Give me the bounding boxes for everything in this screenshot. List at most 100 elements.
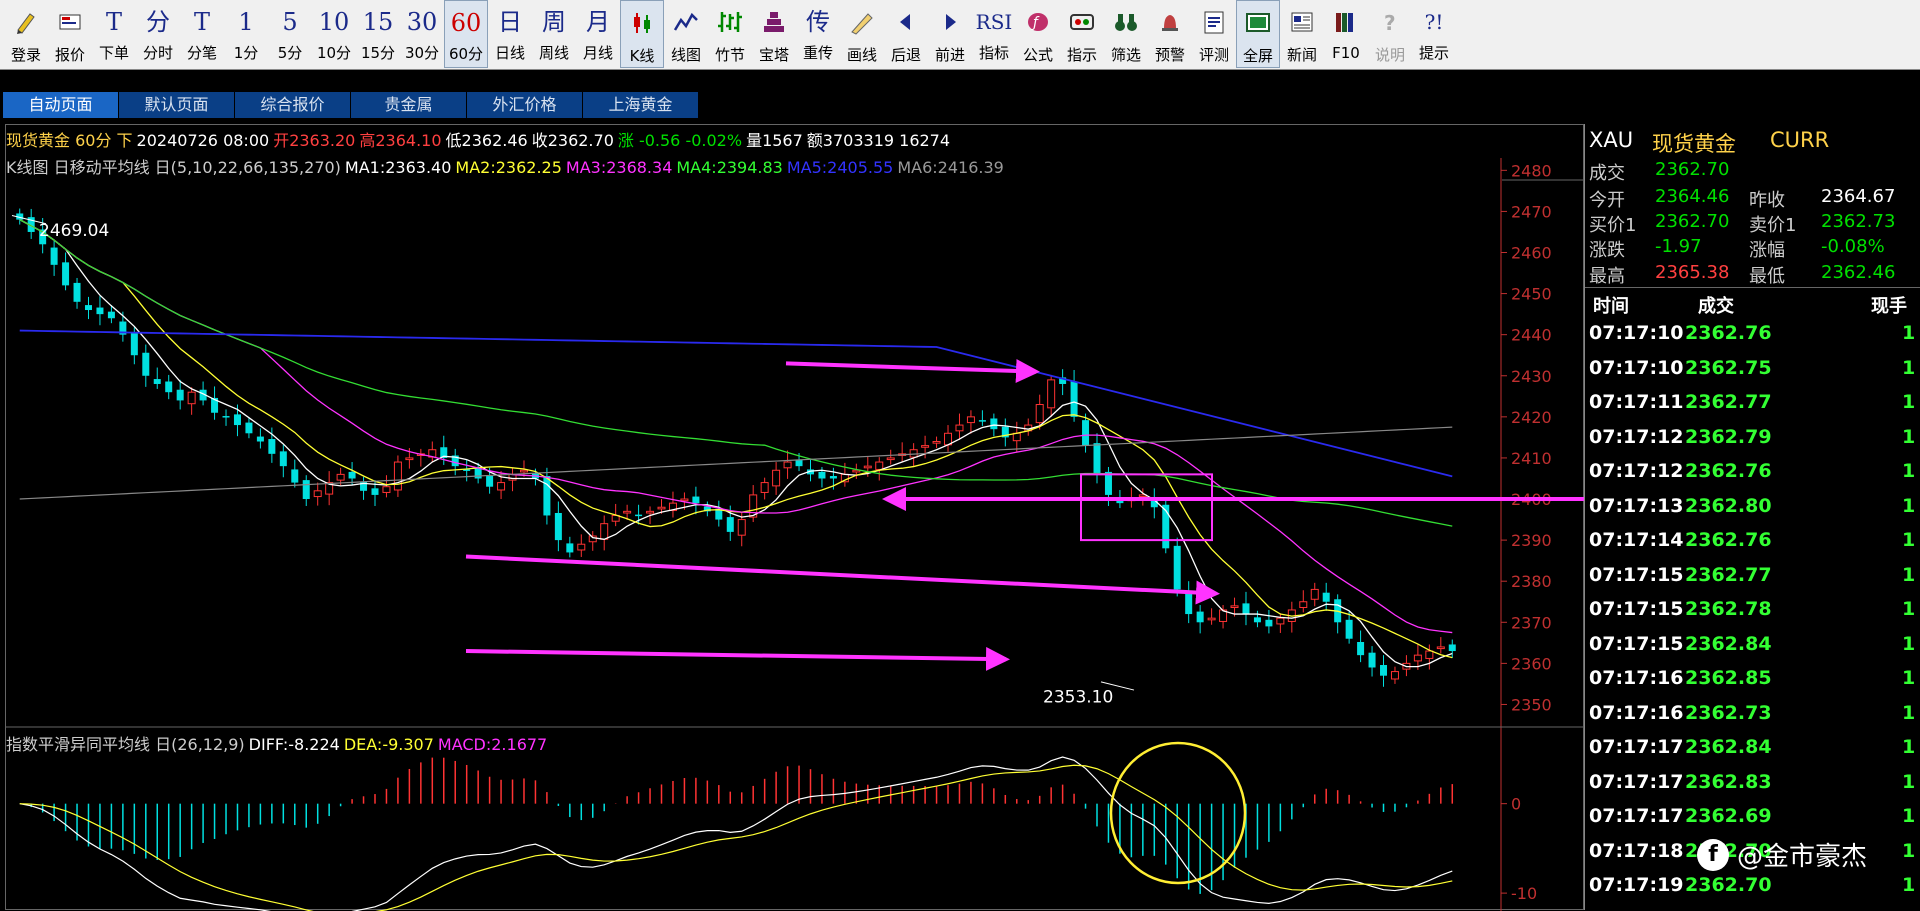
quote-panel: XAU 现货黄金 CURR 成交 2362.70 今开 2364.46 昨收 2… <box>1584 124 1920 910</box>
page-tab-1[interactable]: 默认页面 <box>119 92 235 118</box>
drawn-arrow[interactable] <box>465 646 1010 671</box>
news-icon <box>1288 6 1316 40</box>
tick-row: 07:17:12 2362.79 1 <box>1585 426 1920 461</box>
toolbar-button-5[interactable]: 1 1分 <box>224 0 268 68</box>
toolbar-button-9[interactable]: 30 30分 <box>400 0 444 68</box>
candle <box>1185 581 1193 624</box>
candle <box>1276 613 1285 633</box>
tick-row: 07:17:15 2362.77 1 <box>1585 564 1920 599</box>
tick-row: 07:17:15 2362.84 1 <box>1585 633 1920 668</box>
page-tab-4[interactable]: 外汇价格 <box>467 92 583 118</box>
toolbar-button-0[interactable]: 登录 <box>4 0 48 68</box>
candle <box>1253 610 1261 628</box>
y-tick-label: 2420 <box>1511 408 1552 427</box>
toolbar-button-19[interactable]: 画线 <box>840 0 884 68</box>
candle <box>944 425 953 452</box>
tick-price: 2362.75 <box>1685 356 1772 379</box>
toolbar-button-20[interactable]: 后退 <box>884 0 928 68</box>
candle <box>955 413 964 440</box>
toolbar-button-14[interactable]: K线 <box>620 0 664 68</box>
toolbar-button-10[interactable]: 60 60分 <box>444 0 488 68</box>
tick-row: 07:17:17 2362.83 1 <box>1585 771 1920 806</box>
tick-row: 07:17:17 2362.84 1 <box>1585 736 1920 771</box>
drawn-arrow[interactable] <box>465 554 1220 605</box>
candle <box>668 491 677 518</box>
toolbar-button-3[interactable]: 分分时 <box>136 0 180 68</box>
kline-chart-panel[interactable]: 现货黄金 60分 下 20240726 08:00 开2363.20 高2364.10… <box>5 124 1585 911</box>
candle <box>302 475 310 507</box>
candle <box>393 455 402 497</box>
tick-list[interactable]: 07:17:10 2362.76 1 07:17:10 2362.75 1 07:17:11… <box>1585 322 1920 909</box>
toolbar-button-18[interactable]: 传重传 <box>796 0 840 68</box>
candle <box>211 386 219 420</box>
ma-line-2 <box>19 219 1453 659</box>
candle <box>1357 630 1365 663</box>
tick-time: 07:17:18 <box>1589 839 1684 862</box>
tick-row: 07:17:16 2362.73 1 <box>1585 702 1920 737</box>
toolbar-button-11[interactable]: 日日线 <box>488 0 532 68</box>
tick-price: 2362.77 <box>1685 391 1772 413</box>
tick-price: 2362.77 <box>1685 563 1772 586</box>
toolbar-button-2[interactable]: T 下单 <box>92 0 136 68</box>
candle <box>1310 582 1319 607</box>
toolbar-button-13[interactable]: 月月线 <box>576 0 620 68</box>
toolbar-button-16[interactable]: 竹节 <box>708 0 752 68</box>
tick-row: 07:17:10 2362.75 1 <box>1585 357 1920 392</box>
page-tab-5[interactable]: 上海黄金 <box>583 92 699 118</box>
toolbar-button-6[interactable]: 5 5分 <box>268 0 312 68</box>
toolbar-glyph: 1 <box>238 8 254 36</box>
toolbar-button-1[interactable]: 报价 <box>48 0 92 68</box>
toolbar-label: 宝塔 <box>758 46 789 64</box>
toolbar-button-24[interactable]: 指示 <box>1060 0 1104 68</box>
toolbar-label: 画线 <box>846 46 877 64</box>
high-annotation: 2469.04 <box>39 221 109 241</box>
toolbar-button-7[interactable]: 10 10分 <box>312 0 356 68</box>
tick-time: 07:17:17 <box>1589 805 1684 827</box>
toolbar-button-12[interactable]: 周周线 <box>532 0 576 68</box>
toolbar-label: 前进 <box>934 46 965 64</box>
toolbar-button-27[interactable]: 评测 <box>1192 0 1236 68</box>
pencil-icon <box>12 6 40 40</box>
toolbar-button-29[interactable]: 新闻 <box>1280 0 1324 68</box>
candle <box>1345 611 1353 644</box>
toolbar-button-4[interactable]: T 分笔 <box>180 0 224 68</box>
back-arrow-icon <box>892 6 920 40</box>
tick-time: 07:17:14 <box>1589 529 1684 551</box>
drawn-arrow[interactable] <box>785 359 1040 383</box>
tick-time: 07:17:19 <box>1589 874 1684 896</box>
toolbar-label: 评测 <box>1198 46 1229 64</box>
toolbar-label: 下单 <box>98 44 129 62</box>
tick-price: 2362.84 <box>1685 632 1772 655</box>
toolbar-glyph: ?! <box>1424 10 1444 34</box>
toolbar-button-31[interactable]: ? 说明 <box>1368 0 1412 68</box>
svg-text:?: ? <box>1384 11 1396 35</box>
toolbar-button-15[interactable]: 线图 <box>664 0 708 68</box>
candle <box>428 441 437 463</box>
candle <box>566 536 574 558</box>
ask-label: 卖价1 <box>1749 215 1797 236</box>
page-tab-0[interactable]: 自动页面 <box>3 92 119 118</box>
toolbar-button-25[interactable]: 筛选 <box>1104 0 1148 68</box>
toolbar-button-17[interactable]: 宝塔 <box>752 0 796 68</box>
toolbar-label: 竹节 <box>714 46 745 64</box>
toolbar-button-32[interactable]: ?! 提示 <box>1412 0 1456 68</box>
toolbar-button-21[interactable]: 前进 <box>928 0 972 68</box>
pct-label: 涨幅 <box>1749 240 1785 261</box>
drawn-rectangle[interactable] <box>1080 473 1213 542</box>
toolbar-button-23[interactable]: ƒ 公式 <box>1016 0 1060 68</box>
toolbar-label: 后退 <box>890 46 921 64</box>
candlestick-chart[interactable]: 2350236023702380239024002410242024302440… <box>6 125 1585 911</box>
candle <box>1380 655 1388 687</box>
candle <box>1322 582 1330 611</box>
fullscreen-icon <box>1244 7 1272 41</box>
toolbar-button-22[interactable]: RSI 指标 <box>972 0 1016 68</box>
tick-time: 07:17:12 <box>1589 460 1684 482</box>
candle <box>715 500 723 527</box>
toolbar-button-28[interactable]: 全屏 <box>1236 0 1280 68</box>
tick-volume: 1 <box>1902 425 1916 448</box>
toolbar-button-30[interactable]: F10 <box>1324 0 1368 68</box>
page-tab-3[interactable]: 贵金属 <box>351 92 467 118</box>
page-tab-2[interactable]: 综合报价 <box>235 92 351 118</box>
toolbar-button-26[interactable]: 预警 <box>1148 0 1192 68</box>
toolbar-button-8[interactable]: 15 15分 <box>356 0 400 68</box>
